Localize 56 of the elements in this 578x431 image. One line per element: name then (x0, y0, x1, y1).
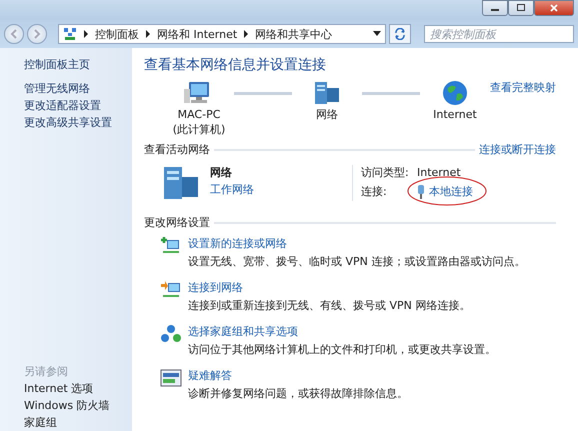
section-heading: 查看活动网络 (144, 142, 210, 157)
section-heading: 更改网络设置 (144, 215, 210, 230)
network-name: 网络 (210, 165, 233, 180)
chevron-icon (145, 30, 151, 38)
refresh-button[interactable] (389, 24, 411, 44)
chevron-icon (243, 30, 250, 38)
new-connection-icon (160, 236, 182, 256)
troubleshoot-icon (160, 368, 182, 388)
sidebar-link[interactable]: 控制面板主页 (24, 56, 132, 73)
network-connect-icon (160, 280, 182, 300)
connection-line (362, 92, 420, 95)
full-map-link[interactable]: 查看完整映射 (490, 80, 556, 95)
map-node-label: 网络 (316, 108, 338, 121)
page-title: 查看基本网络信息并设置连接 (144, 56, 327, 74)
connection-label: 连接: (361, 184, 388, 199)
close-button[interactable] (534, 0, 574, 16)
sidebar-link[interactable]: 更改高级共享设置 (24, 114, 132, 131)
see-also-link[interactable]: 家庭组 (24, 414, 132, 431)
plug-icon (417, 184, 425, 198)
minimize-button[interactable] (482, 0, 508, 16)
network-server-icon (312, 80, 342, 106)
breadcrumb[interactable]: 控制面板 (95, 26, 139, 42)
maximize-icon (516, 4, 526, 12)
task-link[interactable]: 疑难解答 (188, 368, 408, 383)
globe-icon (442, 80, 468, 106)
access-type-label: 访问类型: (361, 165, 410, 180)
network-type-link[interactable]: 工作网络 (210, 182, 254, 197)
search-field[interactable]: 搜索控制面板 (424, 25, 574, 43)
task-description: 诊断并修复网络问题，或获得故障排除信息。 (188, 386, 408, 401)
see-also-heading: 另请参阅 (24, 364, 69, 380)
maximize-button[interactable] (508, 0, 534, 16)
address-bar[interactable]: 控制面板 网络和 Internet 网络和共享中心 (58, 24, 386, 44)
network-icon (63, 27, 77, 41)
see-also-link[interactable]: Internet 选项 (24, 380, 132, 397)
task-description: 连接到或重新连接到无线、有线、拨号或 VPN 网络连接。 (188, 298, 470, 313)
task-link[interactable]: 选择家庭组和共享选项 (188, 324, 496, 339)
connect-disconnect-link[interactable]: 连接或断开连接 (479, 142, 556, 157)
task-description: 访问位于其他网络计算机上的文件和打印机，或更改共享设置。 (188, 342, 496, 357)
sidebar-link[interactable]: 更改适配器设置 (24, 97, 132, 114)
sidebar-link[interactable]: 管理无线网络 (24, 80, 132, 97)
task-link[interactable]: 设置新的连接或网络 (188, 236, 526, 251)
breadcrumb[interactable]: 网络和共享中心 (255, 26, 332, 42)
homegroup-icon (160, 324, 182, 344)
dropdown-caret-icon[interactable] (373, 31, 381, 37)
chevron-icon (83, 30, 89, 38)
map-node-label: MAC-PC (178, 108, 220, 121)
task-description: 设置无线、宽带、拨号、临时或 VPN 连接；或设置路由器或访问点。 (188, 254, 526, 269)
refresh-icon (394, 28, 406, 40)
connection-line (234, 92, 292, 95)
see-also-link[interactable]: Windows 防火墙 (24, 397, 132, 414)
map-node-label: Internet (433, 108, 477, 121)
task-link[interactable]: 连接到网络 (188, 280, 470, 295)
map-node-sublabel: (此计算机) (172, 123, 226, 136)
breadcrumb[interactable]: 网络和 Internet (157, 26, 238, 42)
close-icon (549, 4, 559, 12)
access-type-value: Internet (417, 166, 461, 179)
